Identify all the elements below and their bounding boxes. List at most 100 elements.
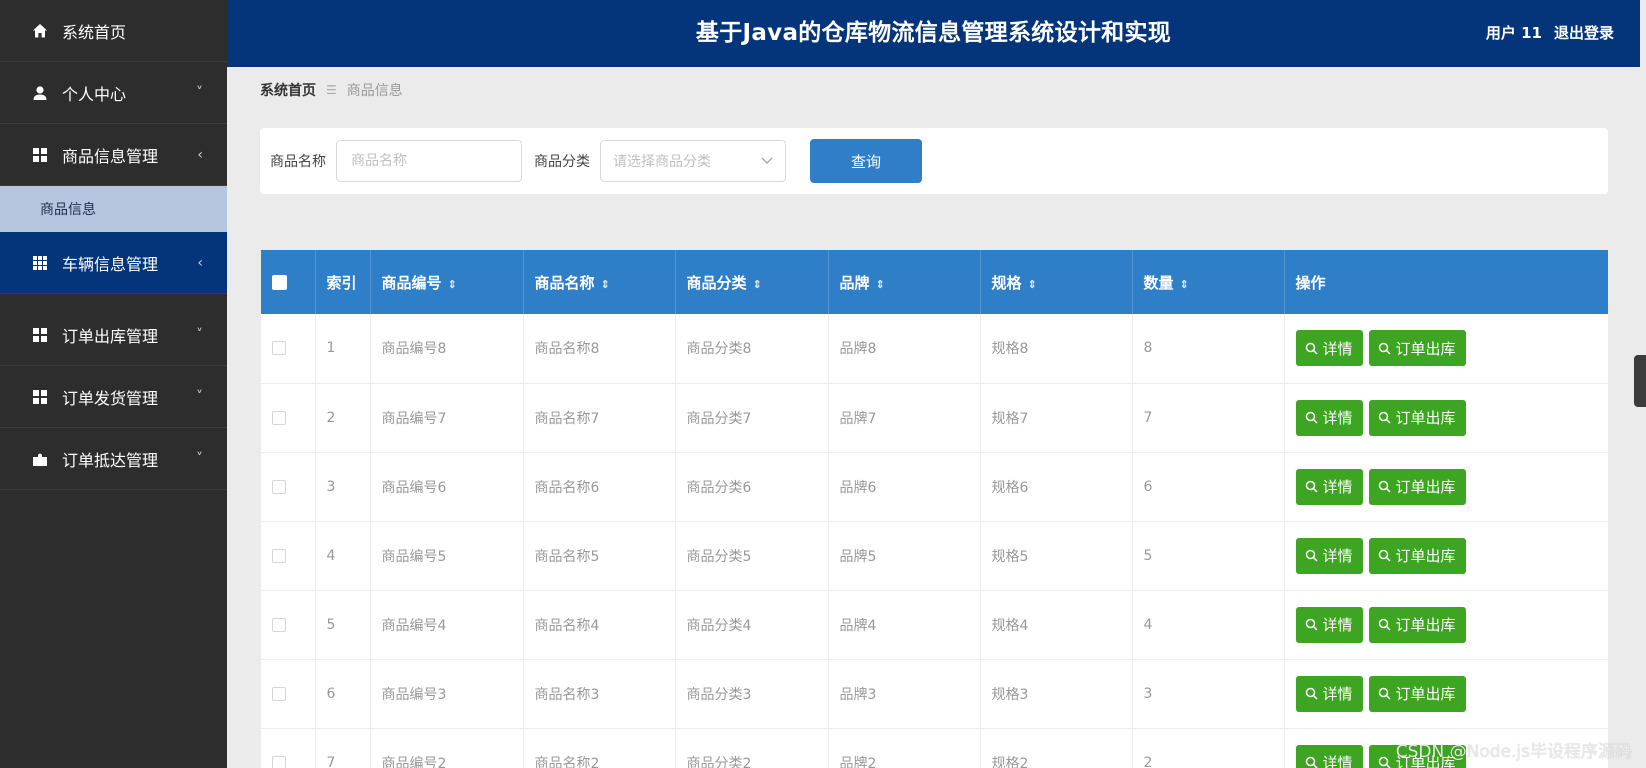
cell-spec: 规格6	[980, 452, 1133, 522]
sidebar-item-label: 车辆信息管理	[62, 254, 159, 274]
sidebar-item-label: 系统首页	[62, 22, 127, 42]
detail-button[interactable]: 详情	[1295, 468, 1363, 505]
cell-brand: 品牌3	[828, 659, 981, 729]
sidebar-item-order-shipping[interactable]: 订单发货管理 ˅	[0, 366, 227, 428]
cell-index: 4	[315, 521, 371, 591]
cell-category: 商品分类6	[675, 452, 829, 522]
column-header[interactable]: 数量 ⇕	[1132, 250, 1285, 314]
row-actions: 详情 订单出库	[1295, 330, 1609, 367]
outbound-button-label: 订单出库	[1395, 478, 1456, 496]
sidebar-item-home[interactable]: 系统首页	[0, 0, 227, 62]
row-checkbox[interactable]	[272, 410, 286, 425]
cell-category: 商品分类3	[675, 659, 829, 729]
sort-icon[interactable]: ⇕	[753, 278, 762, 291]
sidebar-item-order-arrival[interactable]: 订单抵达管理 ˅	[0, 428, 227, 490]
row-checkbox[interactable]	[272, 341, 286, 356]
cell-name: 商品名称3	[523, 659, 676, 729]
cell-spec: 规格8	[980, 314, 1133, 384]
cell-code: 商品编号5	[370, 521, 524, 591]
table-row: 5 商品编号4 商品名称4 商品分类4 品牌4 规格4 4 详情 订单出库	[261, 590, 1608, 660]
detail-button[interactable]: 详情	[1295, 675, 1363, 712]
chevron-left-icon: ‹	[197, 146, 203, 163]
cell-index: 5	[315, 590, 371, 660]
cell-name: 商品名称2	[523, 728, 676, 768]
chevron-down-icon: ˅	[196, 450, 203, 467]
cell-index: 7	[315, 728, 371, 768]
product-category-select[interactable]: 请选择商品分类	[600, 140, 786, 182]
search-icon	[1378, 480, 1391, 493]
outbound-button[interactable]: 订单出库	[1368, 537, 1466, 574]
search-icon	[1378, 687, 1391, 700]
logout-link[interactable]: 退出登录	[1554, 0, 1614, 67]
row-checkbox[interactable]	[272, 755, 286, 768]
sidebar-item-order-outbound[interactable]: 订单出库管理 ˅	[0, 304, 227, 366]
detail-button-label: 详情	[1322, 339, 1353, 358]
cell-name: 商品名称6	[523, 452, 676, 522]
cell-index: 2	[315, 383, 371, 453]
row-checkbox[interactable]	[272, 548, 286, 563]
search-button[interactable]: 查询	[810, 139, 922, 183]
row-actions: 详情 订单出库	[1295, 468, 1609, 505]
breadcrumb-separator-icon: ☰	[326, 83, 337, 97]
detail-button-label: 详情	[1322, 685, 1353, 703]
column-header[interactable]: 规格 ⇕	[980, 250, 1133, 314]
sidebar-item-label: 个人中心	[62, 84, 127, 104]
search-icon	[1378, 618, 1391, 631]
detail-button[interactable]: 详情	[1295, 606, 1363, 643]
outbound-button[interactable]: 订单出库	[1368, 399, 1466, 436]
search-icon	[1305, 342, 1318, 355]
sort-icon[interactable]: ⇕	[1028, 278, 1037, 291]
cell-index: 6	[315, 659, 371, 729]
row-checkbox[interactable]	[272, 617, 286, 632]
user-name: 用户 11	[1485, 24, 1542, 42]
sidebar-item-vehicle-management[interactable]: 车辆信息管理 ‹	[0, 232, 227, 294]
column-header: 操作	[1284, 250, 1608, 314]
select-all-cell	[261, 250, 316, 314]
detail-button[interactable]: 详情	[1295, 537, 1363, 574]
cell-brand: 品牌5	[828, 521, 981, 591]
product-name-input[interactable]	[336, 140, 522, 182]
column-header[interactable]: 商品分类 ⇕	[675, 250, 829, 314]
header-user-area: 用户 11 退出登录	[1486, 0, 1614, 67]
cell-quantity: 6	[1132, 452, 1285, 522]
cell-actions: 详情 订单出库	[1284, 659, 1608, 729]
breadcrumb-home[interactable]: 系统首页	[260, 80, 316, 100]
search-icon	[1305, 618, 1318, 631]
cell-code: 商品编号8	[370, 314, 524, 384]
outbound-button[interactable]: 订单出库	[1368, 606, 1466, 643]
sort-icon[interactable]: ⇕	[601, 278, 610, 291]
sidebar-subitem-product-info[interactable]: 商品信息	[0, 186, 227, 232]
search-icon	[1378, 342, 1391, 355]
sidebar-item-label: 订单抵达管理	[62, 450, 159, 470]
search-icon	[1378, 411, 1391, 424]
user-icon	[32, 85, 48, 101]
row-checkbox[interactable]	[272, 479, 286, 494]
column-header[interactable]: 品牌 ⇕	[828, 250, 981, 314]
cell-spec: 规格3	[980, 659, 1133, 729]
outbound-button[interactable]: 订单出库	[1368, 468, 1466, 505]
column-header[interactable]: 商品编号 ⇕	[370, 250, 524, 314]
row-select-cell	[261, 383, 316, 453]
row-select-cell	[261, 659, 316, 729]
detail-button[interactable]: 详情	[1295, 744, 1363, 768]
cell-category: 商品分类2	[675, 728, 829, 768]
sort-icon[interactable]: ⇕	[876, 278, 885, 291]
outbound-button-label: 订单出库	[1395, 339, 1456, 358]
column-header: 索引	[315, 250, 371, 314]
row-checkbox[interactable]	[272, 686, 286, 701]
outbound-button-label: 订单出库	[1395, 409, 1456, 427]
chevron-down-icon: ˅	[196, 326, 203, 343]
cell-actions: 详情 订单出库	[1284, 521, 1608, 591]
column-header[interactable]: 商品名称 ⇕	[523, 250, 676, 314]
sort-icon[interactable]: ⇕	[448, 278, 457, 291]
detail-button[interactable]: 详情	[1295, 330, 1363, 367]
cell-spec: 规格5	[980, 521, 1133, 591]
sidebar-item-product-management[interactable]: 商品信息管理 ‹	[0, 124, 227, 186]
outbound-button[interactable]: 订单出库	[1368, 330, 1466, 367]
detail-button[interactable]: 详情	[1295, 399, 1363, 436]
select-all-checkbox[interactable]	[272, 275, 287, 290]
sidebar-item-personal-center[interactable]: 个人中心 ˅	[0, 62, 227, 124]
scroll-handle[interactable]	[1634, 355, 1646, 407]
outbound-button[interactable]: 订单出库	[1368, 675, 1466, 712]
sort-icon[interactable]: ⇕	[1180, 278, 1189, 291]
